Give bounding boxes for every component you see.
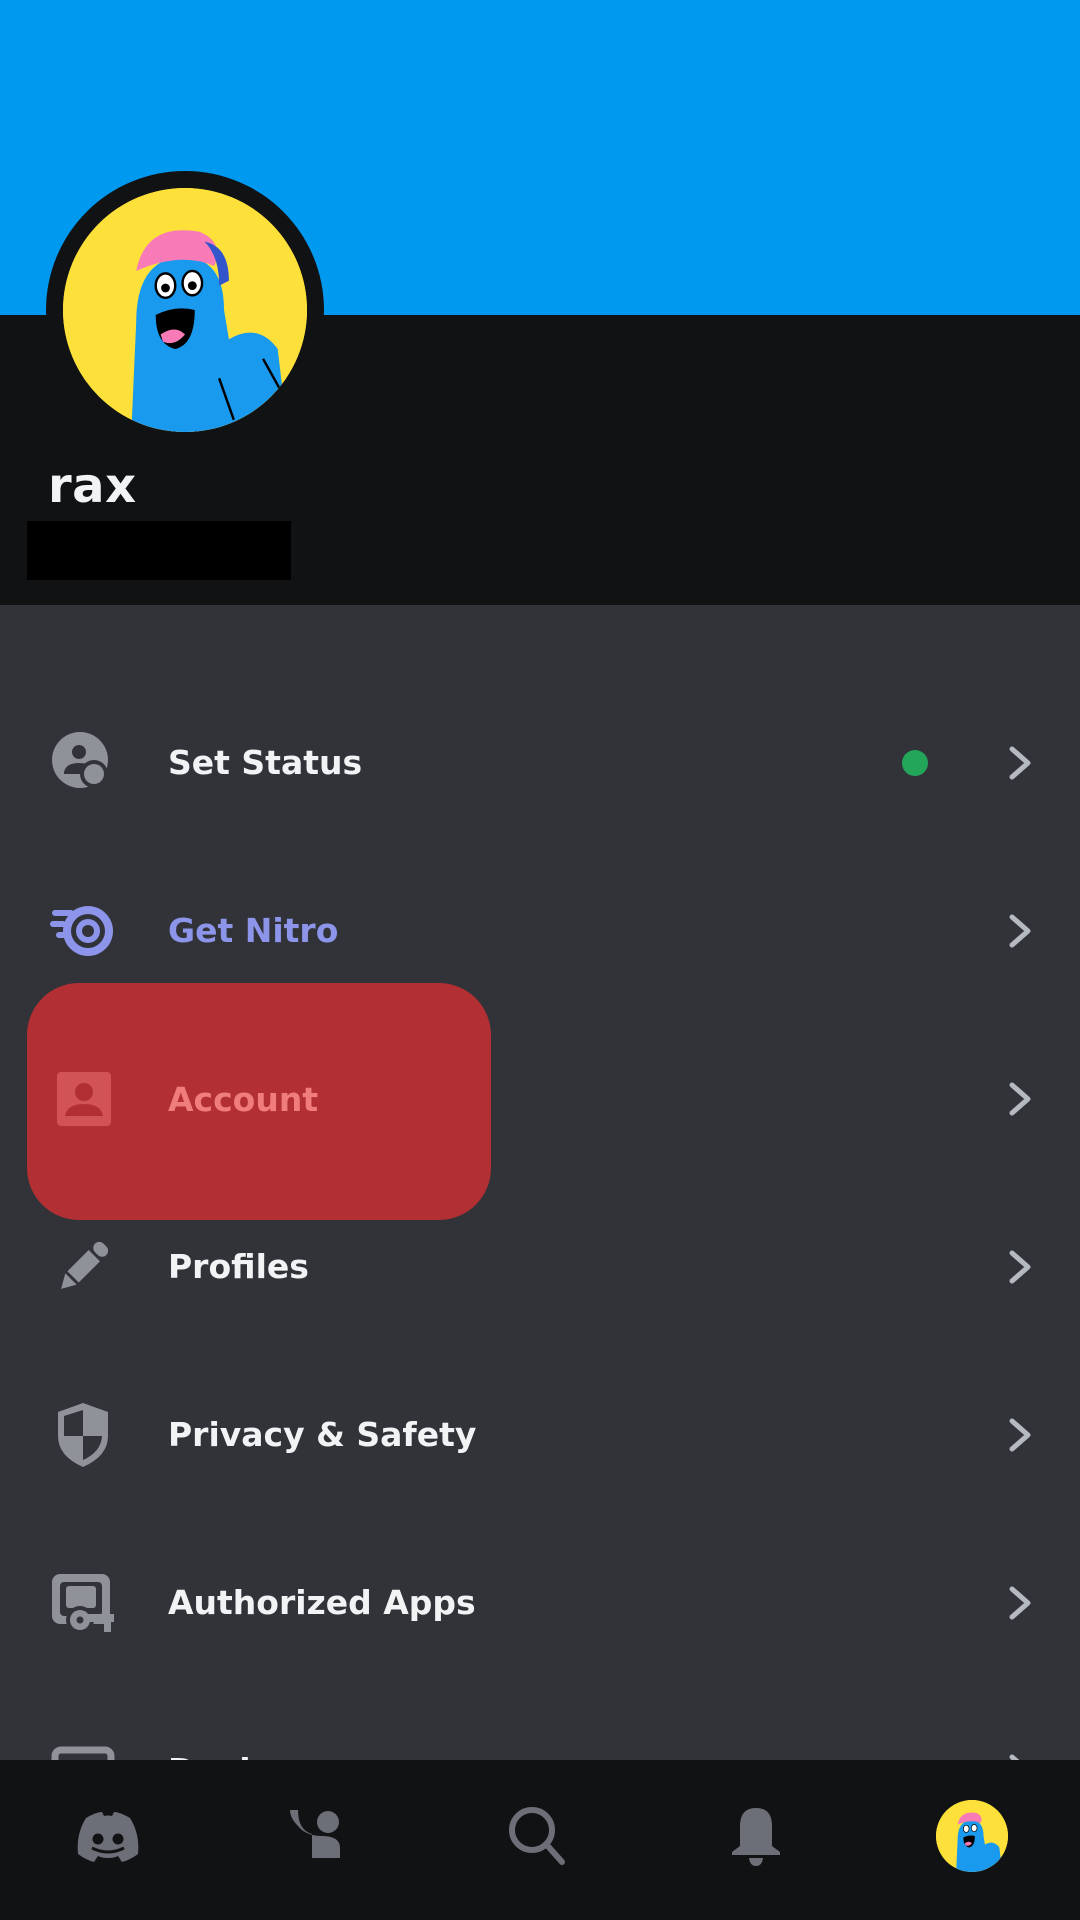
menu-item-label: Get Nitro xyxy=(168,911,339,950)
menu-item-authorized-apps[interactable]: Authorized Apps xyxy=(0,1519,1080,1687)
account-card-icon xyxy=(57,1072,111,1126)
username: rax xyxy=(48,458,137,514)
chevron-right-icon xyxy=(1004,1081,1036,1117)
menu-item-privacy-safety[interactable]: Privacy & Safety xyxy=(0,1351,1080,1519)
settings-menu: Set Status Get Nitro Profiles Privacy & … xyxy=(0,605,1080,1760)
chevron-right-icon xyxy=(1004,745,1036,781)
device-icon xyxy=(50,1738,116,1760)
menu-item-account-label[interactable]: Account xyxy=(168,1067,318,1133)
menu-item-devices[interactable]: Devices xyxy=(0,1687,1080,1760)
bottom-nav xyxy=(0,1760,1080,1920)
profile-avatar-icon xyxy=(936,1800,1008,1872)
chevron-right-icon xyxy=(1004,913,1036,949)
nav-you-avatar[interactable] xyxy=(936,1800,1008,1872)
nitro-icon xyxy=(50,898,116,964)
nav-home[interactable] xyxy=(68,1796,148,1876)
chevron-right-icon xyxy=(1004,1585,1036,1621)
menu-item-label: Privacy & Safety xyxy=(168,1415,477,1454)
menu-item-label: Devices xyxy=(168,1687,312,1760)
profile-avatar[interactable] xyxy=(63,188,307,432)
discord-logo-icon xyxy=(77,1812,139,1862)
online-status-dot xyxy=(902,750,928,776)
pencil-icon xyxy=(50,1234,116,1300)
shield-icon xyxy=(50,1402,116,1468)
menu-item-label: Set Status xyxy=(168,743,363,782)
nav-friends[interactable] xyxy=(278,1796,358,1876)
friends-wave-icon xyxy=(290,1810,340,1858)
bell-icon xyxy=(732,1808,780,1866)
menu-item-label: Profiles xyxy=(168,1247,309,1286)
chevron-right-icon xyxy=(1004,1249,1036,1285)
redacted-handle xyxy=(27,521,291,580)
menu-item-profiles[interactable]: Profiles xyxy=(0,1183,1080,1351)
profile-avatar-ring[interactable] xyxy=(46,171,324,449)
nav-notifications[interactable] xyxy=(716,1796,796,1876)
nav-search[interactable] xyxy=(498,1796,578,1876)
menu-item-set-status[interactable]: Set Status xyxy=(0,679,1080,847)
chevron-right-icon xyxy=(1004,1753,1036,1760)
avatar-character-image xyxy=(63,188,307,432)
status-person-icon xyxy=(50,730,116,796)
menu-item-account[interactable] xyxy=(0,1015,1080,1183)
menu-item-get-nitro[interactable]: Get Nitro xyxy=(0,847,1080,1015)
search-icon xyxy=(509,1807,565,1865)
chevron-right-icon xyxy=(1004,1417,1036,1453)
app-key-icon xyxy=(50,1570,116,1636)
menu-item-label: Authorized Apps xyxy=(168,1583,476,1622)
